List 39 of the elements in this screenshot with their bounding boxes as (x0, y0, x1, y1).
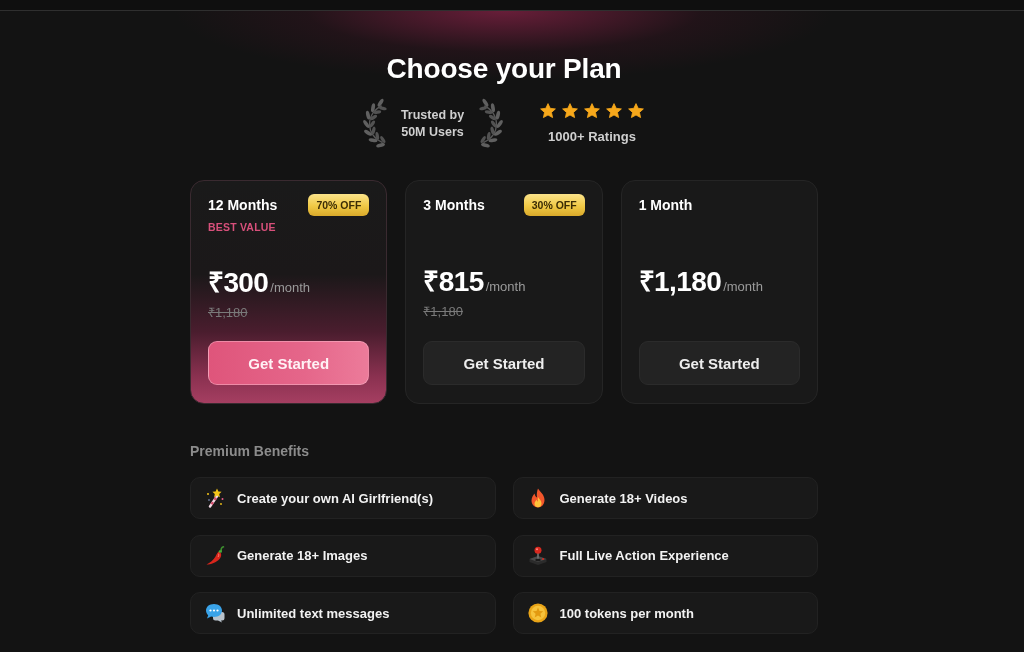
discount-badge: 70% OFF (308, 194, 370, 216)
get-started-button[interactable]: Get Started (638, 341, 800, 385)
coin-icon (527, 603, 548, 623)
joystick-icon (527, 545, 548, 566)
get-started-button[interactable]: Get Started (423, 341, 585, 385)
plan-price: ₹815 (423, 265, 484, 299)
trusted-by-text: Trusted by 50M Users (399, 107, 466, 141)
plan-name: 12 Months (208, 196, 278, 214)
star-icon (628, 103, 644, 119)
discount-badge: 30% OFF (523, 194, 585, 216)
benefit-label: Unlimited text messages (237, 605, 390, 621)
benefit-label: Generate 18+ Videos (559, 490, 688, 506)
plan-name: 3 Months (423, 196, 485, 214)
price-period: /month (270, 280, 311, 295)
price-period: /month (723, 279, 763, 294)
benefit-label: Full Live Action Experience (559, 548, 729, 563)
original-price: ₹1,180 (423, 304, 463, 320)
benefits-heading: Premium Benefits (190, 442, 310, 460)
original-price: ₹1,180 (208, 305, 248, 321)
benefit-label: Generate 18+ Images (237, 548, 368, 563)
star-icon (540, 103, 556, 119)
plan-card[interactable]: 12 Months 70% OFF BEST VALUE ₹300/month ₹1,180 Get Started (190, 180, 388, 404)
plan-price: ₹1,180 (638, 265, 722, 299)
page-title: Choose your Plan (386, 52, 622, 86)
plan-name: 1 Month (638, 196, 693, 214)
star-icon (562, 103, 578, 119)
plan-card[interactable]: 1 Month ₹1,180/month Get Started (620, 180, 818, 404)
price-period: /month (485, 279, 526, 294)
plan-card[interactable]: 3 Months 30% OFF ₹815/month ₹1,180 Get Started (405, 180, 603, 404)
benefit-label: Create your own AI Girlfriend(s) (237, 490, 433, 506)
chili-pepper-icon (205, 545, 225, 566)
star-icon (584, 103, 600, 119)
best-value-label: BEST VALUE (208, 220, 276, 234)
star-icon (606, 103, 622, 119)
plan-price: ₹300 (208, 266, 269, 300)
ratings-count-text: 1000+ Ratings (548, 129, 636, 145)
chat-bubbles-icon (205, 603, 225, 623)
magic-wand-icon (205, 488, 225, 508)
benefit-label: 100 tokens per month (559, 605, 694, 621)
